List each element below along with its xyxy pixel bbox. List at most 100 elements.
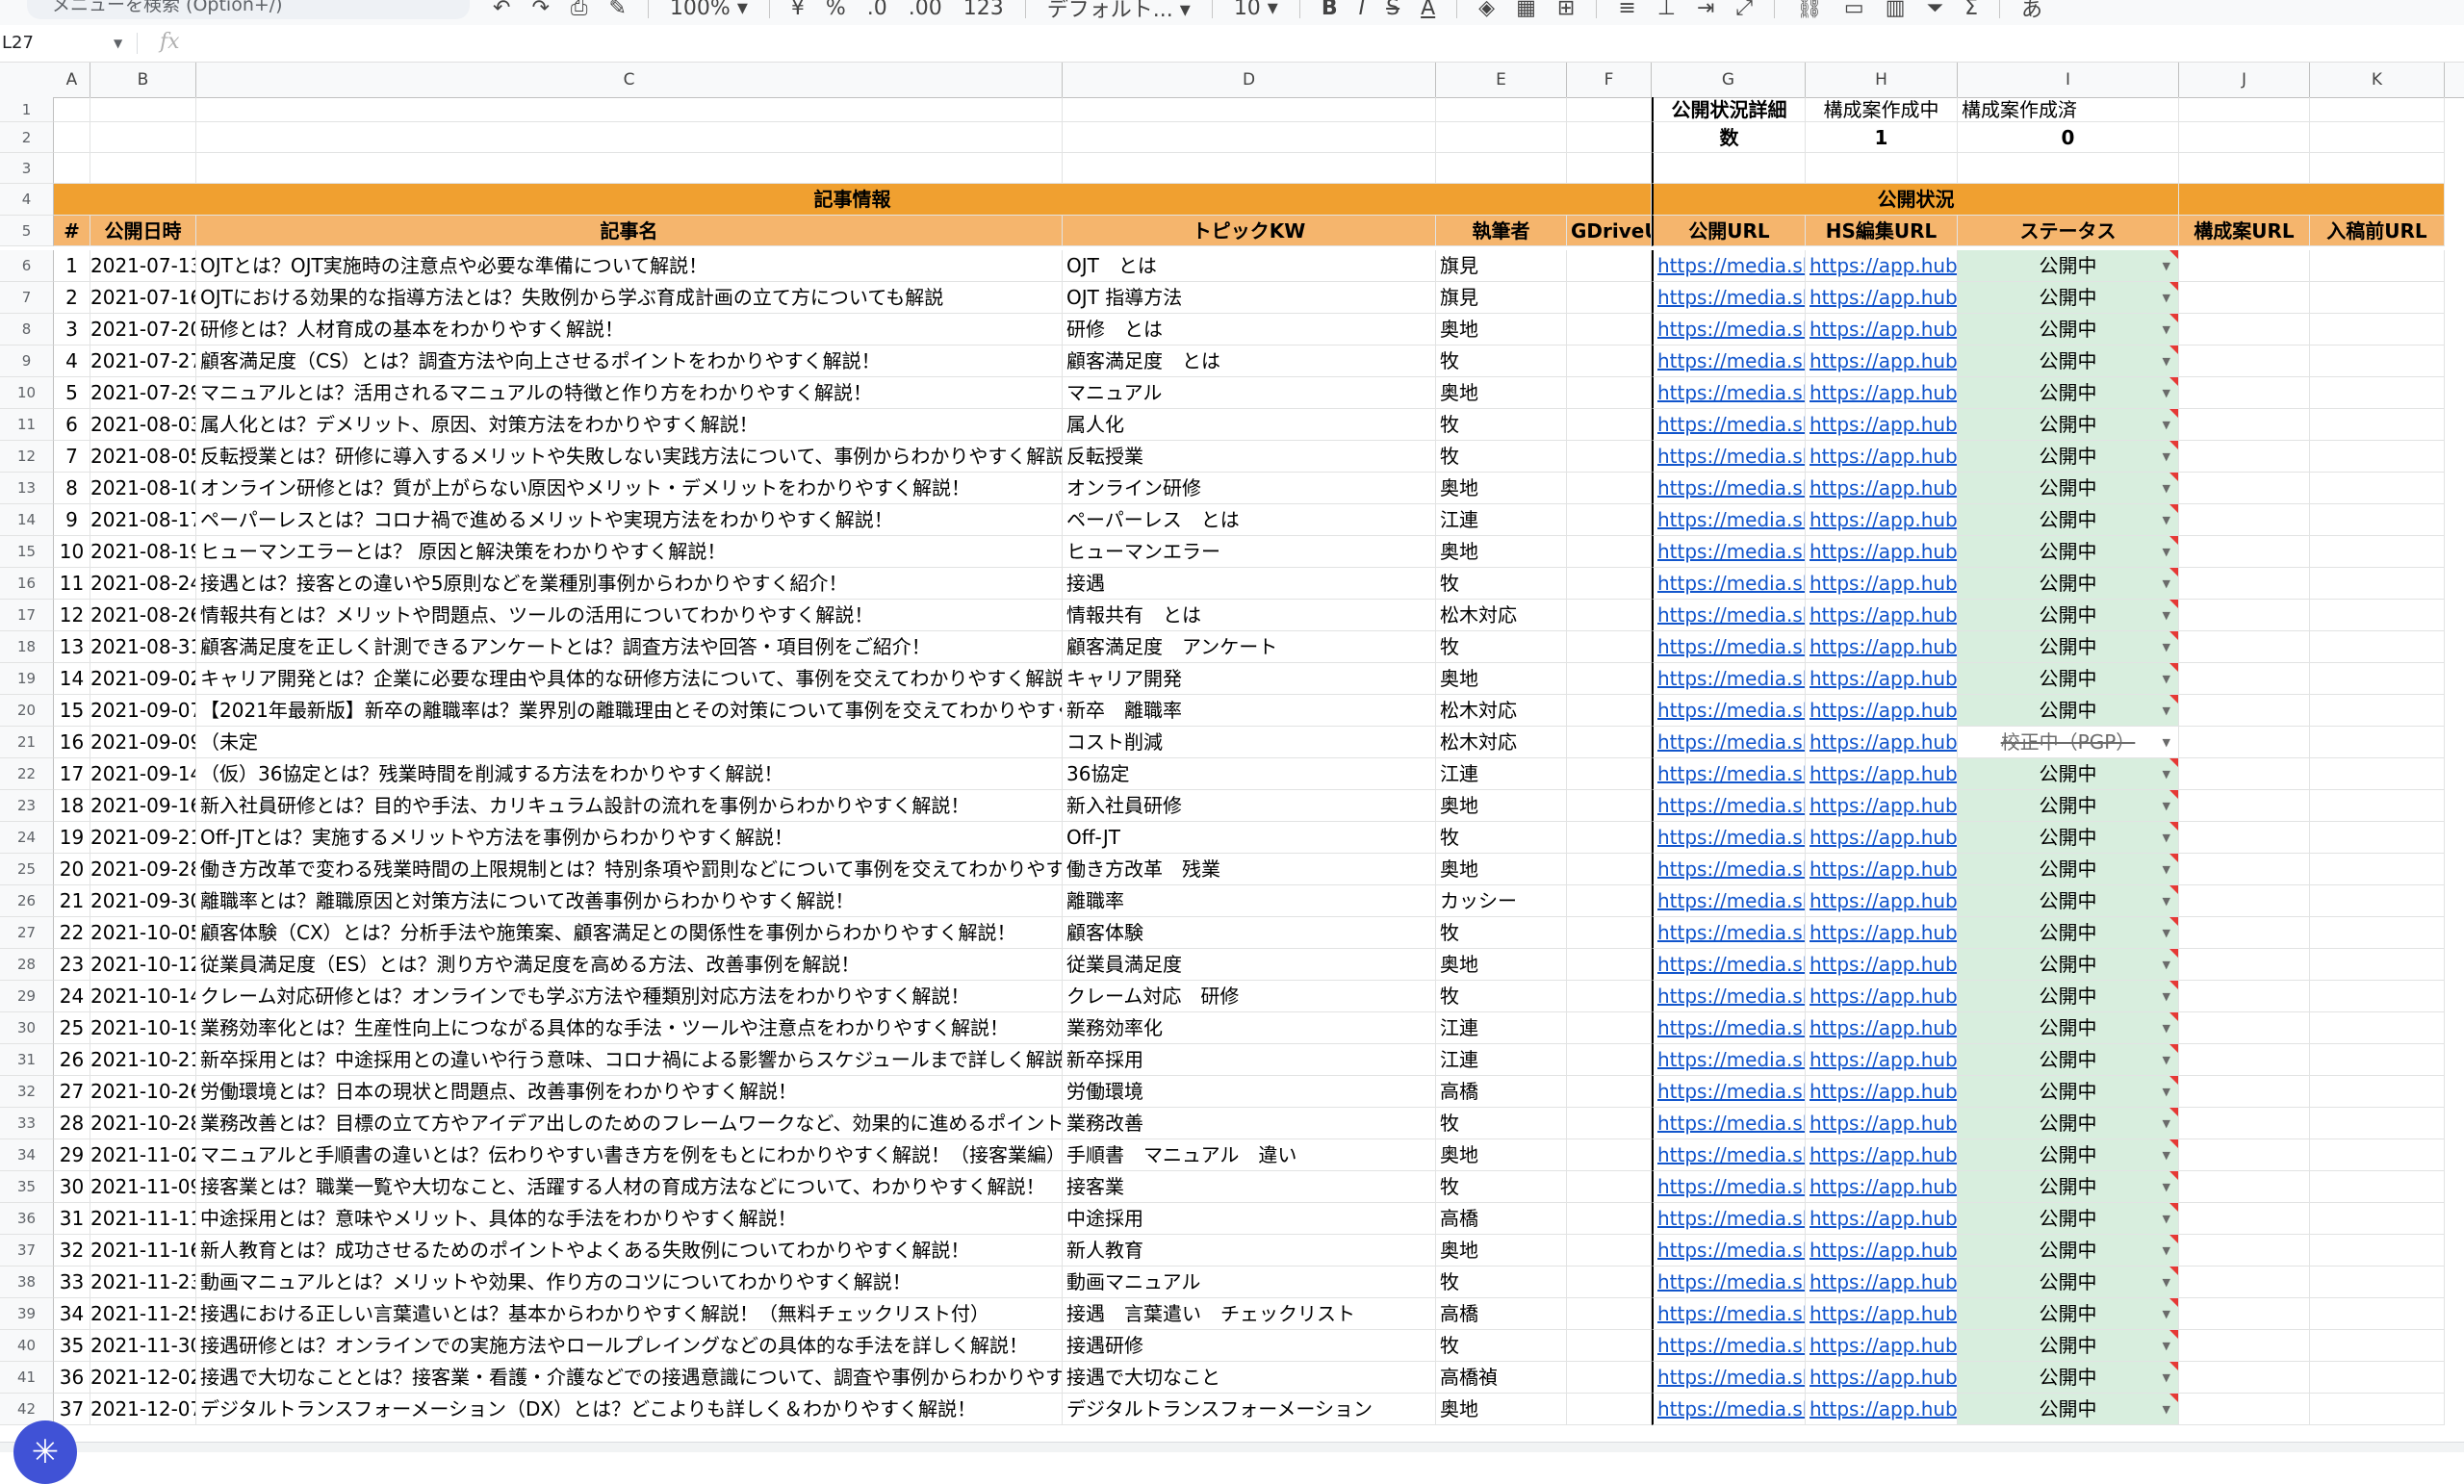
topic-keyword[interactable]: 中途採用 — [1063, 1203, 1436, 1235]
italic-button[interactable]: I — [1359, 0, 1366, 20]
public-url-link[interactable]: https://media.sho — [1652, 949, 1806, 981]
article-number[interactable]: 18 — [54, 790, 90, 822]
publish-date[interactable]: 2021-07-29 — [90, 377, 196, 409]
public-url-link[interactable]: https://media.sho — [1652, 1044, 1806, 1076]
article-title[interactable]: Off-JTとは？実施するメリットや方法を事例からわかりやすく解説！ — [196, 822, 1063, 854]
draft-url[interactable] — [2179, 473, 2310, 504]
insert-comment-icon[interactable]: ▭ — [1844, 0, 1864, 20]
public-url-link[interactable]: https://media.sho — [1652, 727, 1806, 758]
gdrive-url[interactable] — [1567, 1235, 1652, 1267]
public-url-link[interactable]: https://media.sho — [1652, 790, 1806, 822]
public-url-link[interactable]: https://media.sho — [1652, 1298, 1806, 1330]
article-number[interactable]: 20 — [54, 854, 90, 885]
gdrive-url[interactable] — [1567, 981, 1652, 1012]
article-number[interactable]: 32 — [54, 1235, 90, 1267]
cell[interactable] — [1958, 153, 2179, 184]
author[interactable]: 奥地 — [1436, 377, 1567, 409]
merge-cells-icon[interactable]: ⊞ — [1557, 0, 1575, 20]
cell[interactable] — [2310, 153, 2445, 184]
gdrive-url[interactable] — [1567, 1044, 1652, 1076]
hs-edit-url-link[interactable]: https://app.hubsp — [1806, 1171, 1958, 1203]
hs-edit-url-link[interactable]: https://app.hubsp — [1806, 441, 1958, 473]
author[interactable]: 高橋 — [1436, 1076, 1567, 1108]
status-dropdown[interactable]: 公開中 ▼ — [1958, 250, 2179, 282]
pre-submission-url[interactable] — [2310, 727, 2445, 758]
topic-keyword[interactable]: 新卒採用 — [1063, 1044, 1436, 1076]
row-header[interactable]: 41 — [0, 1362, 54, 1394]
article-number[interactable]: 35 — [54, 1330, 90, 1362]
author[interactable]: 牧 — [1436, 568, 1567, 600]
gdrive-url[interactable] — [1567, 727, 1652, 758]
pre-submission-url[interactable] — [2310, 314, 2445, 345]
summary-label-drafting[interactable]: 構成案作成中 — [1806, 97, 1958, 122]
public-url-link[interactable]: https://media.sho — [1652, 409, 1806, 441]
cell[interactable] — [90, 153, 196, 184]
table-header-cell[interactable]: # — [54, 216, 90, 246]
gdrive-url[interactable] — [1567, 377, 1652, 409]
hs-edit-url-link[interactable]: https://app.hubsp — [1806, 1044, 1958, 1076]
decimal-increase-button[interactable]: .00 — [909, 0, 942, 20]
publish-date[interactable]: 2021-08-24 — [90, 568, 196, 600]
functions-icon[interactable]: Σ — [1964, 0, 1978, 20]
topic-keyword[interactable]: デジタルトランスフォーメーション — [1063, 1394, 1436, 1425]
topic-keyword[interactable]: 顧客満足度 アンケート — [1063, 631, 1436, 663]
table-header-cell[interactable]: 公開URL — [1652, 216, 1806, 246]
draft-url[interactable] — [2179, 663, 2310, 695]
public-url-link[interactable]: https://media.sho — [1652, 377, 1806, 409]
undo-icon[interactable]: ↶ — [493, 0, 510, 20]
article-title[interactable]: 属人化とは？デメリット、原因、対策方法をわかりやすく解説！ — [196, 409, 1063, 441]
draft-url[interactable] — [2179, 790, 2310, 822]
hs-edit-url-link[interactable]: https://app.hubsp — [1806, 409, 1958, 441]
cell[interactable] — [90, 97, 196, 122]
status-dropdown[interactable]: 公開中 ▼ — [1958, 1044, 2179, 1076]
article-title[interactable]: デジタルトランスフォーメーション（DX）とは？どこよりも詳しく＆わかりやすく解説… — [196, 1394, 1063, 1425]
article-title[interactable]: 研修とは？人材育成の基本をわかりやすく解説！ — [196, 314, 1063, 345]
row-header[interactable]: 36 — [0, 1203, 54, 1235]
topic-keyword[interactable]: 36協定 — [1063, 758, 1436, 790]
row-header[interactable]: 21 — [0, 727, 54, 758]
table-header-cell[interactable]: 執筆者 — [1436, 216, 1567, 246]
article-title[interactable]: マニュアルと手順書の違いとは？伝わりやすい書き方を例をもとにわかりやすく解説！（… — [196, 1139, 1063, 1171]
draft-url[interactable] — [2179, 1362, 2310, 1394]
row-header[interactable]: 5 — [0, 216, 54, 246]
column-header-j[interactable]: J — [2179, 63, 2310, 97]
author[interactable]: 奥地 — [1436, 1235, 1567, 1267]
row-header[interactable]: 19 — [0, 663, 54, 695]
public-url-link[interactable]: https://media.sho — [1652, 504, 1806, 536]
draft-url[interactable] — [2179, 377, 2310, 409]
article-title[interactable]: 反転授業とは？研修に導入するメリットや失敗しない実践方法について、事例からわかり… — [196, 441, 1063, 473]
article-number[interactable]: 13 — [54, 631, 90, 663]
row-header[interactable]: 30 — [0, 1012, 54, 1044]
pre-submission-url[interactable] — [2310, 1076, 2445, 1108]
cell[interactable] — [196, 122, 1063, 153]
status-dropdown[interactable]: 公開中 ▼ — [1958, 1203, 2179, 1235]
status-dropdown[interactable]: 公開中 ▼ — [1958, 631, 2179, 663]
article-title[interactable]: （未定 — [196, 727, 1063, 758]
publish-date[interactable]: 2021-07-20 — [90, 314, 196, 345]
status-dropdown[interactable]: 公開中 ▼ — [1958, 1108, 2179, 1139]
publish-date[interactable]: 2021-08-31 — [90, 631, 196, 663]
draft-url[interactable] — [2179, 568, 2310, 600]
status-dropdown[interactable]: 公開中 ▼ — [1958, 981, 2179, 1012]
pre-submission-url[interactable] — [2310, 1362, 2445, 1394]
table-header-cell[interactable]: HS編集URL — [1806, 216, 1958, 246]
hs-edit-url-link[interactable]: https://app.hubsp — [1806, 1267, 1958, 1298]
article-title[interactable]: 接遇で大切なこととは？接客業・看護・介護などでの接遇意識について、調査や事例から… — [196, 1362, 1063, 1394]
cell[interactable] — [1063, 97, 1436, 122]
font-size-select[interactable]: 10 ▾ — [1234, 0, 1278, 20]
publish-date[interactable]: 2021-10-26 — [90, 1076, 196, 1108]
gdrive-url[interactable] — [1567, 1012, 1652, 1044]
row-header[interactable]: 31 — [0, 1044, 54, 1076]
gdrive-url[interactable] — [1567, 536, 1652, 568]
author[interactable]: 江連 — [1436, 504, 1567, 536]
redo-icon[interactable]: ↷ — [531, 0, 549, 20]
topic-keyword[interactable]: 新人教育 — [1063, 1235, 1436, 1267]
number-format-button[interactable]: 123 — [963, 0, 1004, 20]
status-dropdown[interactable]: 公開中 ▼ — [1958, 1298, 2179, 1330]
author[interactable]: 牧 — [1436, 631, 1567, 663]
bold-button[interactable]: B — [1322, 0, 1338, 20]
article-number[interactable]: 30 — [54, 1171, 90, 1203]
topic-keyword[interactable]: マニュアル — [1063, 377, 1436, 409]
column-header-i[interactable]: I — [1958, 63, 2179, 97]
gdrive-url[interactable] — [1567, 1330, 1652, 1362]
